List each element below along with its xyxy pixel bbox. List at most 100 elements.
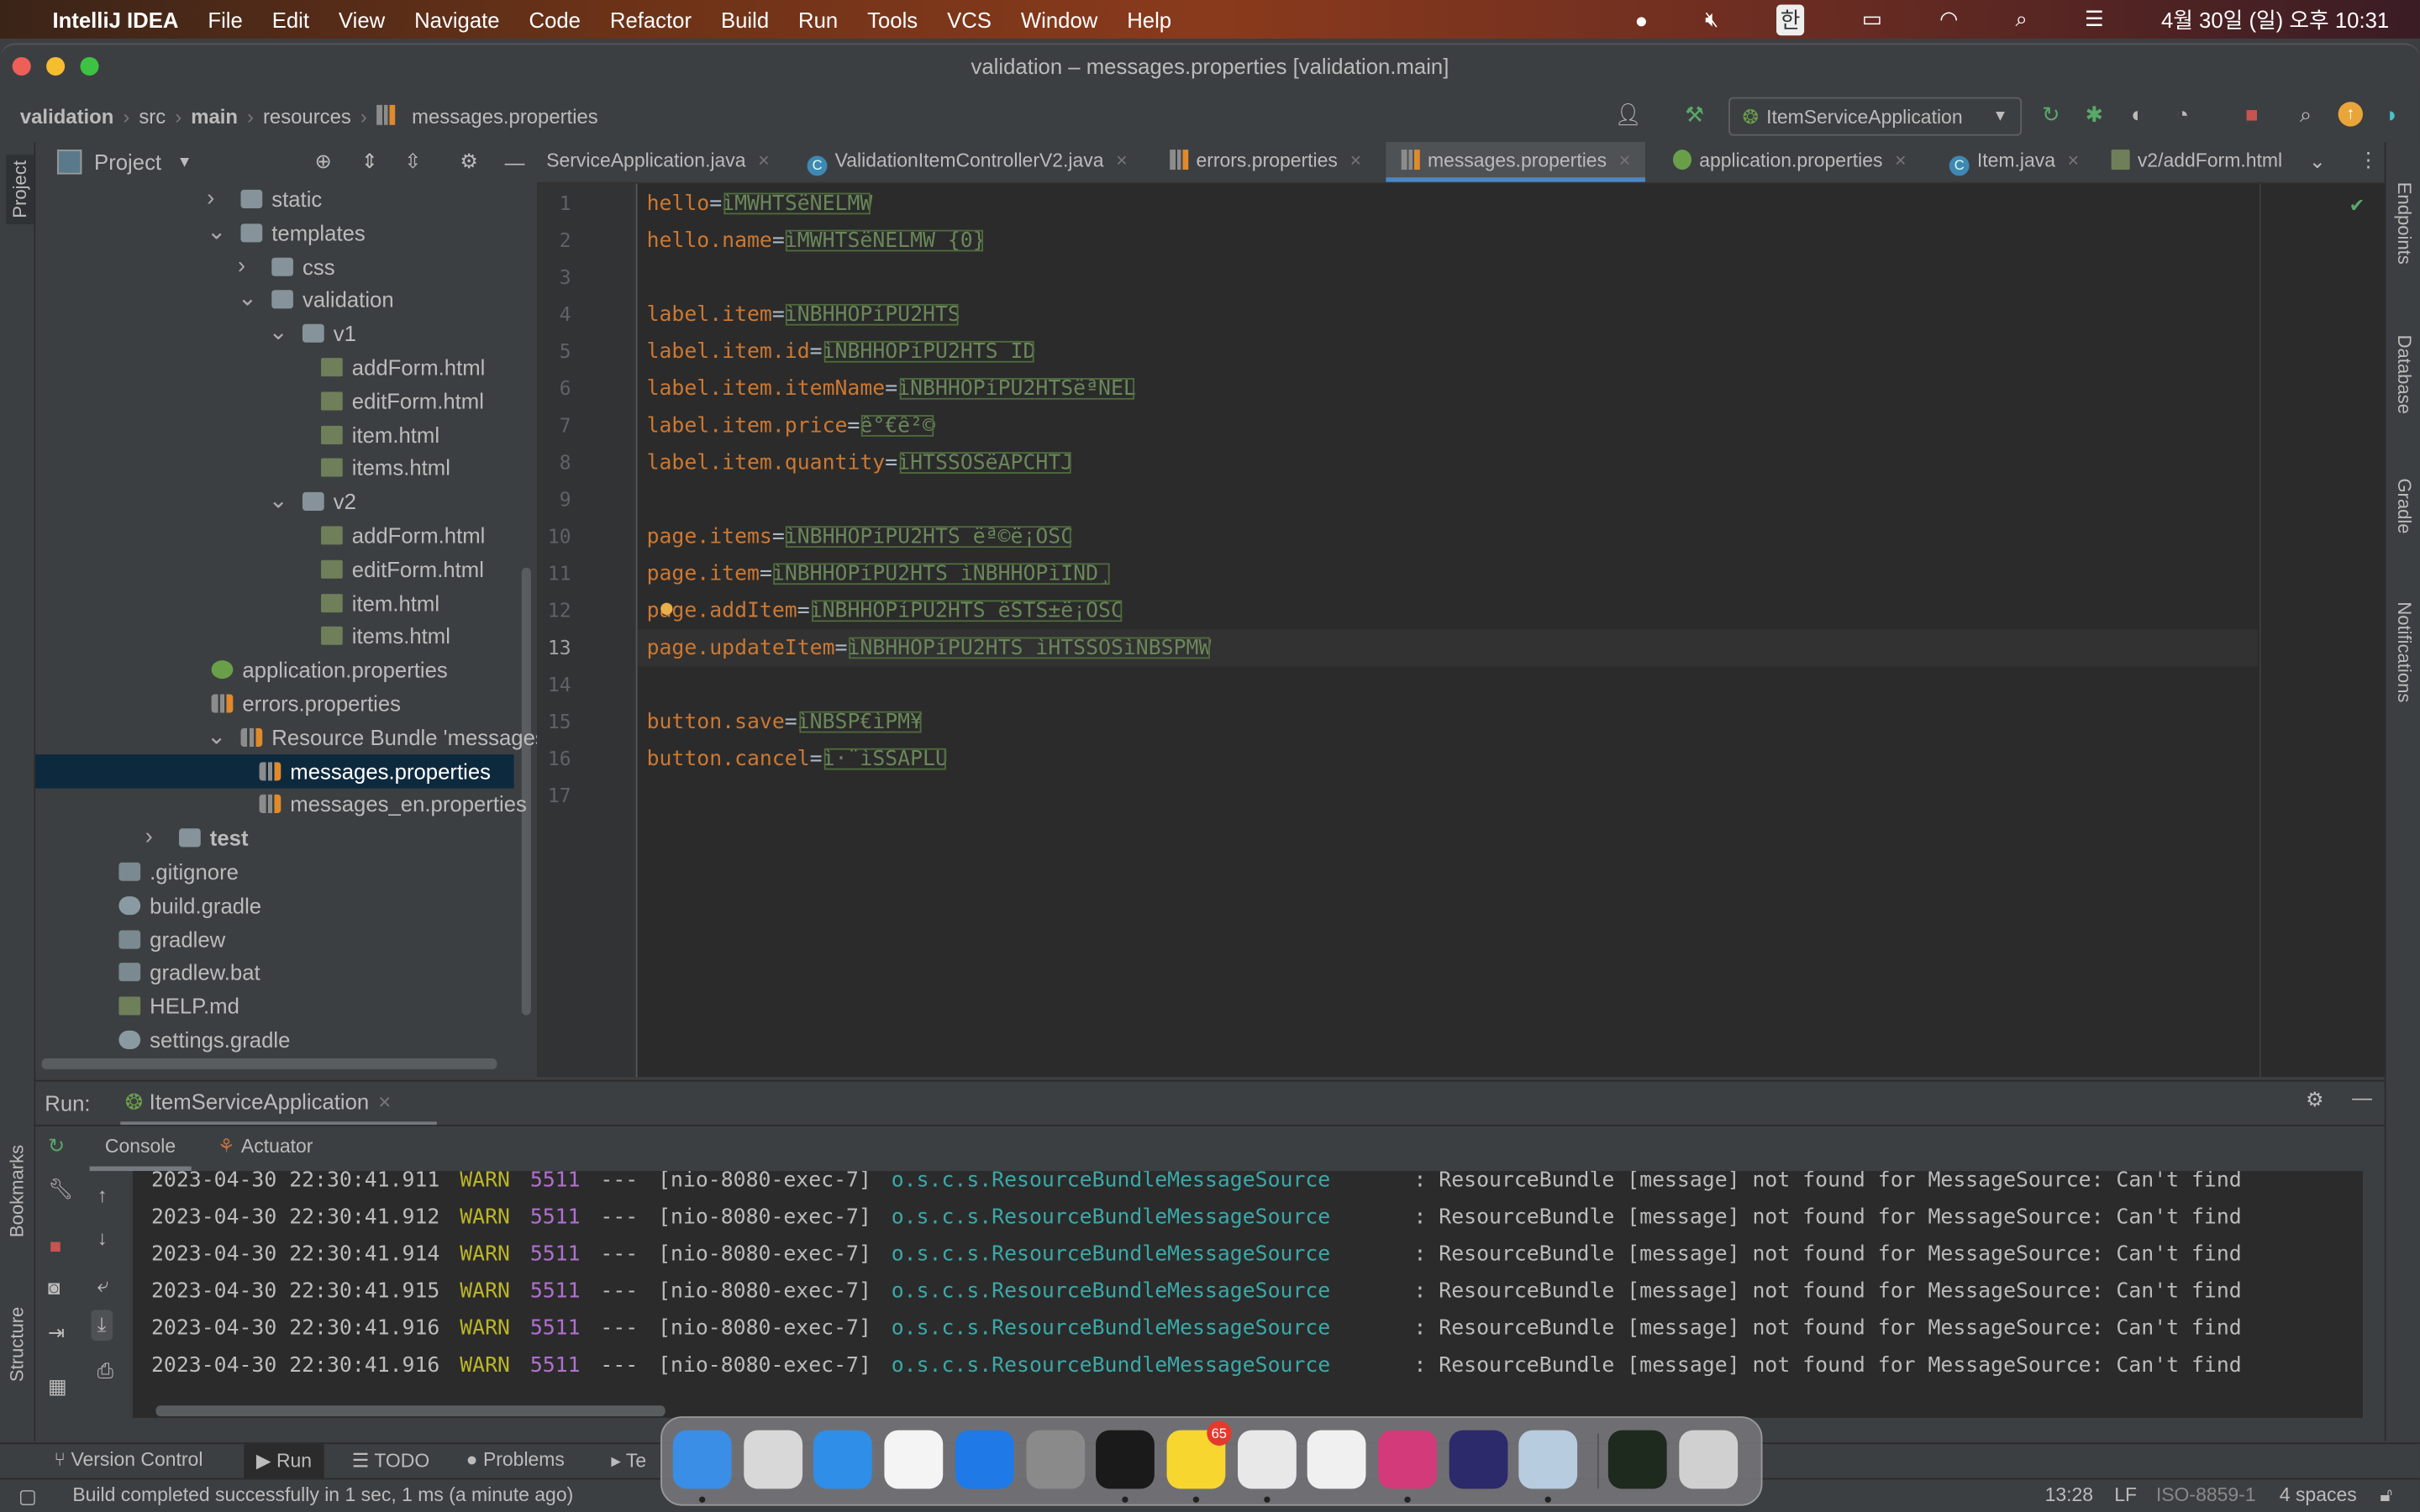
code-line[interactable]: label.item=ìNBHHOPíPU2HTS xyxy=(647,297,960,333)
dock-app-launchpad-icon[interactable] xyxy=(743,1430,802,1489)
tree-item[interactable]: addForm.html xyxy=(35,518,513,552)
code-line[interactable]: label.item.quantity=ìHTSSOSëAPCHTJ xyxy=(647,444,1074,481)
tabs-dropdown-icon[interactable]: ⌄ xyxy=(2309,150,2326,174)
hide-icon[interactable]: — xyxy=(505,150,525,174)
console-tab[interactable]: Console xyxy=(89,1126,192,1172)
tree-item[interactable]: ⌄ Resource Bundle 'messages' xyxy=(35,720,550,753)
editor-tab[interactable]: messages.properties × xyxy=(1386,141,1646,182)
control-center-icon[interactable]: ☰ xyxy=(2085,6,2104,32)
menu-edit[interactable]: Edit xyxy=(272,7,309,31)
dock-app-chrome-icon[interactable] xyxy=(1237,1430,1297,1489)
line-separator[interactable]: LF xyxy=(2114,1484,2137,1506)
tree-item[interactable]: HELP.md xyxy=(35,990,513,1023)
breadcrumb-item[interactable]: src xyxy=(139,104,166,128)
scroll-up-icon[interactable]: ↑ xyxy=(97,1184,108,1207)
tree-item[interactable]: › test xyxy=(35,821,513,854)
dock-app-photos-icon[interactable] xyxy=(884,1430,944,1489)
indent-setting[interactable]: 4 spaces xyxy=(2280,1484,2357,1506)
code-line[interactable]: label.item.itemName=ìNBHHOPíPU2HTSëªNEL xyxy=(647,370,1136,407)
tree-item[interactable]: items.html xyxy=(35,451,513,485)
editor-tab[interactable]: C Item.java × xyxy=(1933,142,2094,182)
dock-app-intellij-idea-icon[interactable] xyxy=(1378,1430,1437,1489)
endpoints-tool-button[interactable]: Endpoints xyxy=(2394,182,2416,265)
breadcrumb-item[interactable]: main xyxy=(191,104,238,128)
gear-icon[interactable]: ⚙ xyxy=(460,150,477,174)
exit-icon[interactable]: ⇥ xyxy=(48,1320,65,1345)
dock-app-vs-code-icon[interactable] xyxy=(1307,1430,1367,1489)
collapse-all-icon[interactable]: ⇳ xyxy=(404,150,421,174)
tree-item[interactable]: errors.properties xyxy=(35,686,513,720)
spotlight-icon[interactable]: ⌕ xyxy=(2016,6,2028,32)
tree-item[interactable]: ⌄ v1 xyxy=(35,317,513,350)
tree-item[interactable]: .gitignore xyxy=(35,855,513,889)
dock-app-terminal-icon[interactable] xyxy=(1096,1430,1155,1489)
editor-tab[interactable]: errors.properties × xyxy=(1155,142,1377,182)
tree-item[interactable]: settings.gradle xyxy=(35,1023,513,1057)
tree-item[interactable]: gradlew.bat xyxy=(35,956,513,990)
tool-te[interactable]: ▸ Te xyxy=(611,1449,646,1472)
editor-tab[interactable]: C ValidationItemControllerV2.java × xyxy=(792,142,1143,182)
menu-vcs[interactable]: VCS xyxy=(947,7,992,31)
menu-build[interactable]: Build xyxy=(721,7,769,31)
breadcrumb-item[interactable]: validation xyxy=(20,104,113,128)
tree-item[interactable]: item.html xyxy=(35,585,513,619)
status-message[interactable]: Build completed successfully in 1 sec, 1… xyxy=(72,1484,573,1506)
project-view-selector[interactable]: Project xyxy=(94,150,161,174)
gradle-tool-button[interactable]: Gradle xyxy=(2394,478,2416,533)
scroll-to-end-icon[interactable]: ⤓ xyxy=(91,1310,113,1341)
chevron-right-icon[interactable]: › xyxy=(238,249,245,283)
chevron-right-icon[interactable]: › xyxy=(207,182,214,216)
user-icon[interactable]: 👤︎ xyxy=(1614,102,1642,126)
code-editor[interactable]: 1 2 3 4 5 6 7 8 9 10 11 12 13 14 15 16 17 ✔ hello=ìMWHTS… xyxy=(537,183,2385,1078)
layout-icon[interactable]: ▦ xyxy=(48,1374,67,1399)
notification-icon[interactable]: ● xyxy=(1635,7,1649,31)
locate-file-icon[interactable]: ⊕ xyxy=(315,150,332,174)
tool-todo[interactable]: ☰ TODO xyxy=(352,1449,429,1472)
coverage-icon[interactable]: ◐ xyxy=(2125,102,2149,126)
no-problems-check-icon[interactable]: ✔ xyxy=(2350,193,2363,218)
stop-icon[interactable]: ■ xyxy=(50,1234,61,1257)
structure-tool-button[interactable]: Structure xyxy=(6,1307,28,1382)
lock-icon[interactable]: 🔓︎ xyxy=(2380,1484,2392,1508)
menu-help[interactable]: Help xyxy=(1127,7,1171,31)
close-tab-icon[interactable]: × xyxy=(1116,150,1127,171)
tree-item[interactable]: › static xyxy=(35,182,513,216)
console-output[interactable]: 2023-04-30 22:30:41.911 WARN 5511 --- [nio-8… xyxy=(132,1171,2363,1418)
code-line[interactable]: button.cancel=ì·¨ìSSAPLU xyxy=(647,741,948,778)
code-line[interactable]: page.addItem=ìNBHHOPíPU2HTS ëSTS±ë¡OSC xyxy=(647,592,1123,629)
dock-app-system-preferences-icon[interactable] xyxy=(1025,1430,1085,1489)
console-horizontal-scrollbar[interactable] xyxy=(155,1405,666,1417)
menu-code[interactable]: Code xyxy=(529,7,581,31)
stop-icon[interactable]: ■ xyxy=(2239,102,2264,126)
code-line[interactable]: label.item.id=ìNBHHOPíPU2HTS ID xyxy=(647,333,1036,370)
rerun-icon[interactable]: ↻ xyxy=(48,1134,65,1158)
expand-all-icon[interactable]: ⇕ xyxy=(361,150,378,174)
debug-icon[interactable]: ✱ xyxy=(2082,102,2107,126)
mute-icon[interactable]: 🔇︎ xyxy=(1705,6,1718,32)
close-tab-icon[interactable]: × xyxy=(1619,150,1630,171)
notifications-tool-button[interactable]: Notifications xyxy=(2394,601,2416,702)
code-line[interactable]: hello=ìMWHTSëNELMW xyxy=(647,185,873,222)
tool-run[interactable]: ▶ Run xyxy=(244,1444,324,1478)
line-gutter[interactable]: 1 2 3 4 5 6 7 8 9 10 11 12 13 14 15 16 17 xyxy=(537,183,638,1078)
tree-item[interactable]: editForm.html xyxy=(35,384,513,417)
build-hammer-icon[interactable]: ⚒ xyxy=(1682,102,1707,126)
editor-tab[interactable]: ServiceApplication.java × xyxy=(537,142,785,182)
code-line[interactable]: page.updateItem=ìNBHHOPíPU2HTS ìHTSSOSìN… xyxy=(647,629,1212,666)
tool-problems[interactable]: ● Problems xyxy=(466,1449,565,1471)
wifi-icon[interactable]: ◠ xyxy=(1939,6,1958,32)
menu-navigate[interactable]: Navigate xyxy=(414,7,500,31)
menu-window[interactable]: Window xyxy=(1021,7,1097,31)
chevron-down-icon[interactable]: ⌄ xyxy=(269,485,288,518)
tree-item[interactable]: application.properties xyxy=(35,653,513,686)
dock-app-finder-icon[interactable] xyxy=(672,1430,732,1489)
clock[interactable]: 4월 30일 (일) 오후 10:31 xyxy=(2161,4,2389,35)
dock-app-eclipse-icon[interactable] xyxy=(1449,1430,1507,1489)
intention-bulb-icon[interactable]: ● xyxy=(660,597,672,621)
close-icon[interactable]: × xyxy=(378,1089,391,1114)
tree-item[interactable]: ⌄ v2 xyxy=(35,485,513,518)
battery-icon[interactable]: ▭ xyxy=(1862,6,1882,32)
search-icon[interactable]: ⌕ xyxy=(2293,102,2317,126)
editor-tab[interactable]: v2/addForm.html xyxy=(2096,142,2297,182)
dock-app-app-store-icon[interactable] xyxy=(955,1430,1014,1489)
